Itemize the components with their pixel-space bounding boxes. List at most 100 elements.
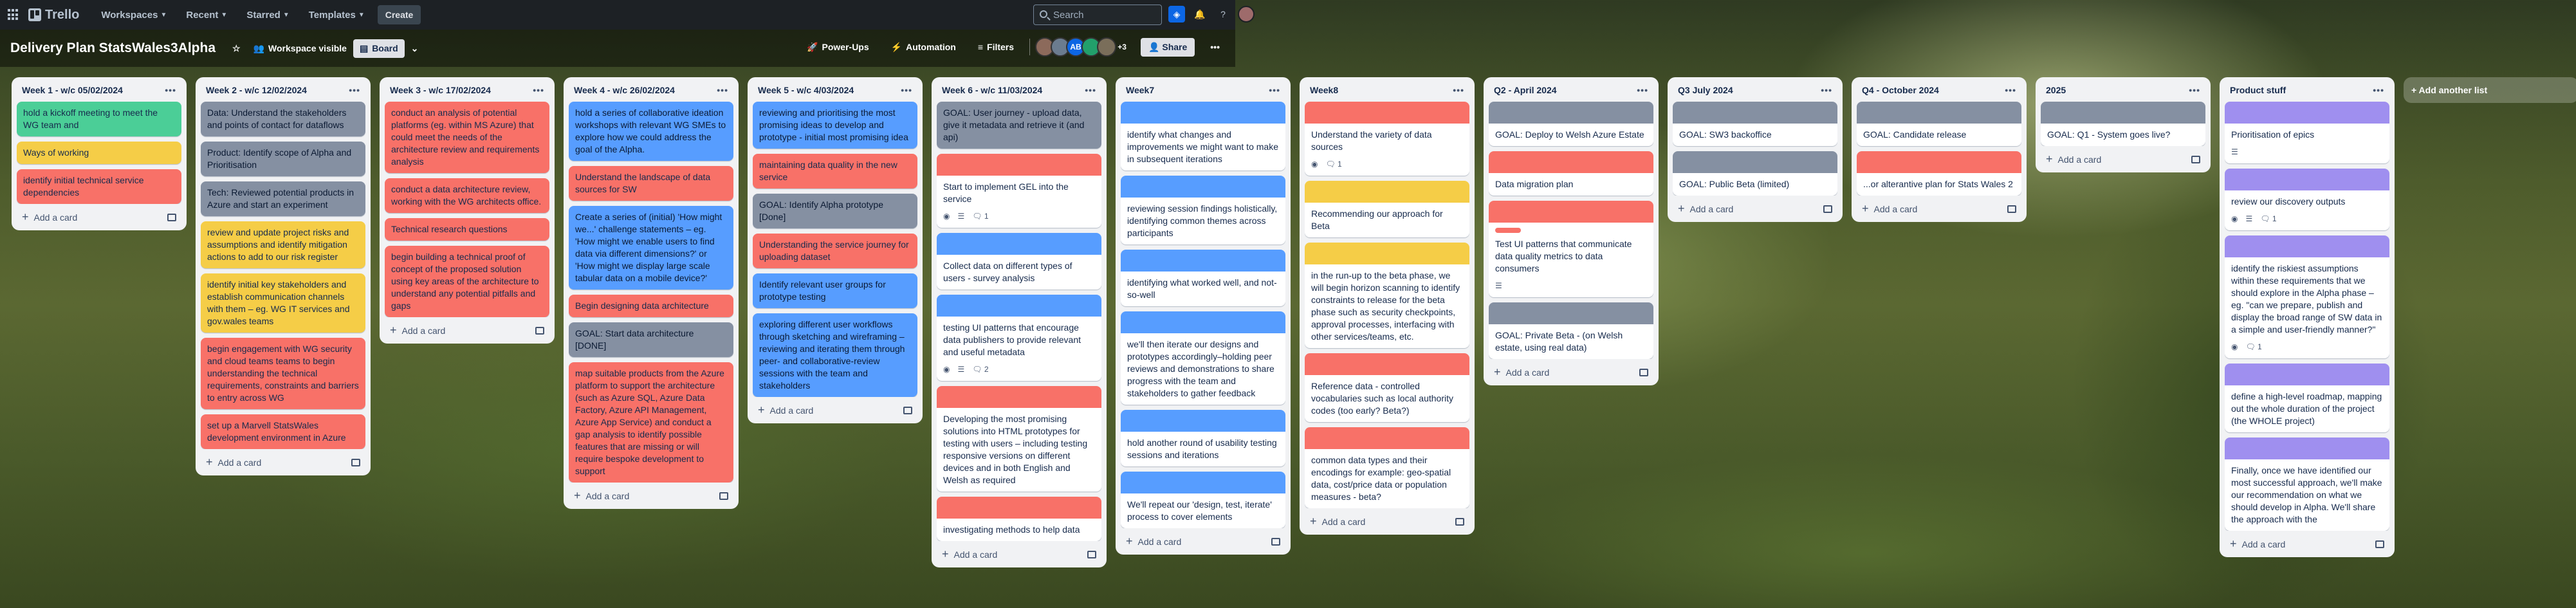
card[interactable]: Data: Understand the stakeholders and po… [201,102,365,136]
card[interactable]: Understanding the service journey for up… [753,234,917,268]
card[interactable]: define a high-level roadmap, mapping out… [2225,364,2389,432]
templates-menu[interactable]: Templates ▼ [302,5,371,25]
share-button[interactable]: 👤 Share [1141,37,1195,57]
card-template-icon[interactable] [2375,540,2384,548]
list-menu-icon[interactable]: ••• [533,85,544,95]
list-header[interactable]: Week 1 - w/c 05/02/2024 ••• [17,82,181,102]
card-template-icon[interactable] [903,406,912,414]
list-menu-icon[interactable]: ••• [717,85,728,95]
list-header[interactable]: Week7 ••• [1121,82,1285,102]
list-title[interactable]: Week 1 - w/c 05/02/2024 [22,85,123,95]
list-menu-icon[interactable]: ••• [1453,85,1464,95]
card[interactable]: set up a Marvell StatsWales development … [201,414,365,449]
list-header[interactable]: Q3 July 2024 ••• [1673,82,1837,102]
list-menu-icon[interactable]: ••• [901,85,912,95]
starred-menu[interactable]: Starred ▼ [240,5,295,25]
list-title[interactable]: Week 5 - w/c 4/03/2024 [758,85,854,95]
list-header[interactable]: Week8 ••• [1305,82,1469,102]
list-title[interactable]: Q3 July 2024 [1678,85,1733,95]
card[interactable]: Create a series of (initial) 'How might … [569,206,733,290]
board-members[interactable]: AB +3 [1035,37,1132,57]
automation-button[interactable]: ⚡ Automation [885,38,962,57]
card[interactable]: review our discovery outputs ◉ ☰ 🗨 1 [2225,169,2389,230]
add-another-list-button[interactable]: + Add another list [2404,77,2576,103]
board-view-button[interactable]: ▤ Board [353,39,405,58]
card-template-icon[interactable] [351,458,360,466]
list-title[interactable]: Week 2 - w/c 12/02/2024 [206,85,307,95]
card[interactable]: hold a series of collaborative ideation … [569,102,733,161]
card[interactable]: Begin designing data architecture [569,295,733,317]
card-template-icon[interactable] [2191,155,2200,163]
card[interactable]: reviewing session findings holistically,… [1121,176,1285,244]
list-8[interactable]: Week8 ••• Understand the variety of data s… [1300,77,1475,535]
list-5[interactable]: Week 5 - w/c 4/03/2024 ••• reviewing and p… [748,77,923,423]
card-template-icon[interactable] [719,492,728,500]
card[interactable]: in the run-up to the beta phase, we will… [1305,243,1469,348]
list-11[interactable]: Q4 - October 2024 ••• GOAL: Candidate rele… [1852,77,2027,222]
search-input[interactable]: Search [1033,5,1162,25]
list-title[interactable]: Week 6 - w/c 11/03/2024 [942,85,1042,95]
card[interactable]: Understand the landscape of data sources… [569,166,733,201]
list-7[interactable]: Week7 ••• identify what changes and improv… [1116,77,1291,555]
list-title[interactable]: Week 3 - w/c 17/02/2024 [390,85,491,95]
card[interactable]: ...or alterantive plan for Stats Wales 2 [1857,151,2021,196]
card-template-icon[interactable] [1823,205,1832,213]
card[interactable]: Collect data on different types of users… [937,233,1101,290]
list-13[interactable]: Product stuff ••• Prioritisation of epics ☰… [2220,77,2395,557]
add-card-button[interactable]: + Add a card [1121,528,1285,551]
add-card-button[interactable]: + Add a card [753,397,917,419]
add-card-button[interactable]: + Add a card [385,317,549,340]
trello-logo[interactable]: Trello [28,8,79,23]
list-header[interactable]: Q4 - October 2024 ••• [1857,82,2021,102]
card[interactable]: Understand the variety of data sources ◉ 🗨… [1305,102,1469,176]
members-overflow-count[interactable]: +3 [1112,37,1132,57]
list-menu-icon[interactable]: ••• [1269,85,1280,95]
card[interactable]: GOAL: Start data architecture [DONE] [569,322,733,357]
list-menu-icon[interactable]: ••• [1637,85,1648,95]
list-header[interactable]: Week 3 - w/c 17/02/2024 ••• [385,82,549,102]
list-menu-icon[interactable]: ••• [2005,85,2016,95]
create-button[interactable]: Create [377,5,421,24]
card[interactable]: hold a kickoff meeting to meet the WG te… [17,102,181,136]
add-card-button[interactable]: + Add a card [1857,196,2021,218]
card-label[interactable] [1495,228,1521,233]
add-card-button[interactable]: + Add a card [2041,146,2205,169]
card[interactable]: Data migration plan [1489,151,1653,196]
list-6[interactable]: Week 6 - w/c 11/03/2024 ••• GOAL: User jou… [932,77,1107,567]
card[interactable]: hold another round of usability testing … [1121,410,1285,466]
card[interactable]: Technical research questions [385,218,549,241]
list-12[interactable]: 2025 ••• GOAL: Q1 - System goes live? + Add … [2036,77,2211,172]
card[interactable]: identify initial key stakeholders and es… [201,273,365,333]
list-title[interactable]: Q4 - October 2024 [1862,85,1939,95]
card[interactable]: Identify relevant user groups for protot… [753,273,917,308]
list-10[interactable]: Q3 July 2024 ••• GOAL: SW3 backoffice GOAL:… [1668,77,1843,222]
add-card-button[interactable]: + Add a card [2225,531,2389,553]
notifications-icon[interactable]: 🔔 [1191,6,1208,23]
board-menu-icon[interactable]: ••• [1204,38,1226,56]
list-2[interactable]: Week 2 - w/c 12/02/2024 ••• Data: Understa… [196,77,371,475]
power-ups-button[interactable]: 🚀 Power-Ups [800,38,876,57]
card[interactable]: GOAL: Q1 - System goes live? [2041,102,2205,146]
card-template-icon[interactable] [1087,550,1096,558]
card-template-icon[interactable] [1455,517,1464,526]
card[interactable]: identify the riskiest assumptions within… [2225,235,2389,358]
user-avatar[interactable] [1238,6,1255,23]
star-board-icon[interactable]: ☆ [226,39,247,58]
list-menu-icon[interactable]: ••• [349,85,360,95]
add-card-button[interactable]: + Add a card [1489,359,1653,382]
card[interactable]: review and update project risks and assu… [201,221,365,268]
view-dropdown-icon[interactable]: ⌄ [405,39,425,58]
card[interactable]: identify initial technical service depen… [17,169,181,204]
workspaces-menu[interactable]: Workspaces ▼ [95,5,173,25]
card[interactable]: conduct a data architecture review, work… [385,178,549,213]
card[interactable]: common data types and their encodings fo… [1305,427,1469,508]
list-title[interactable]: Week 4 - w/c 26/02/2024 [574,85,675,95]
card[interactable]: Recommending our approach for Beta [1305,181,1469,237]
card[interactable]: conduct an analysis of potential platfor… [385,102,549,173]
card[interactable]: Product: Identify scope of Alpha and Pri… [201,142,365,176]
list-title[interactable]: Q2 - April 2024 [1494,85,1557,95]
card[interactable]: Tech: Reviewed potential products in Azu… [201,181,365,216]
card[interactable]: GOAL: Public Beta (limited) [1673,151,1837,196]
card-template-icon[interactable] [1639,368,1648,376]
card-template-icon[interactable] [2007,205,2016,213]
